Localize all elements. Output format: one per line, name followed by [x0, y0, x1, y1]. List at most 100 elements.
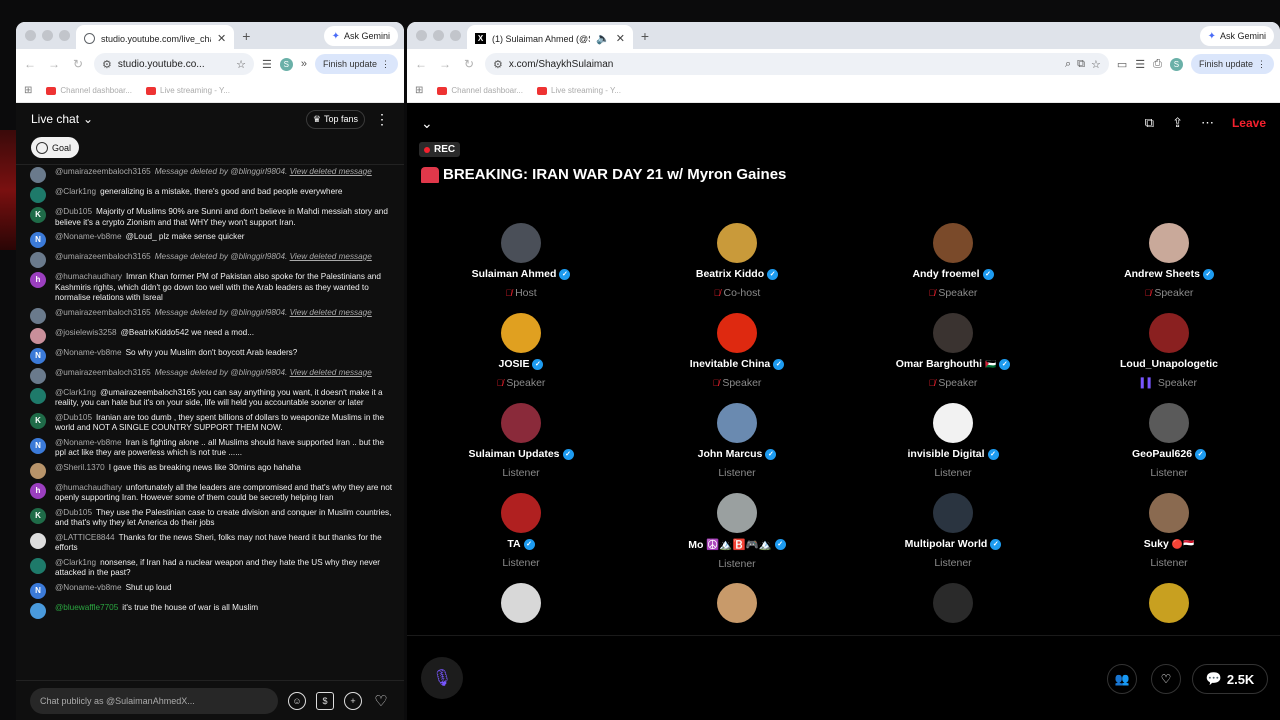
participant-avatar[interactable] [933, 403, 973, 443]
url-field[interactable]: ⚙ x.com/ShaykhSulaiman ⌕ ⧉ ☆ [485, 53, 1109, 75]
participant[interactable]: TA ✓ Listener [413, 493, 629, 569]
bookmark-live-streaming[interactable]: Live streaming - Y... [146, 86, 230, 95]
message-author[interactable]: @umairazeembaloch3165 [55, 252, 151, 261]
close-tab-icon[interactable]: ✕ [217, 32, 226, 45]
participant-avatar[interactable] [501, 223, 541, 263]
participant[interactable]: Beatrix Kiddo ✓ 🎙̸ Co-host [629, 223, 845, 299]
view-deleted-link[interactable]: View deleted message [290, 368, 372, 377]
bookmark-channel-dashboard[interactable]: Channel dashboar... [46, 86, 132, 95]
chat-mode-dropdown[interactable]: Live chat ⌄ [31, 112, 93, 126]
avatar[interactable] [30, 307, 46, 324]
microphone-button[interactable]: 🎙 [421, 657, 463, 699]
participant-avatar[interactable] [1149, 403, 1189, 443]
message-author[interactable]: @Dub105 [55, 413, 92, 422]
message-author[interactable]: @Noname-vb8me [55, 348, 122, 357]
reload-icon[interactable]: ↻ [461, 57, 477, 71]
chat-message[interactable]: N @Noname-vb8me @Loud_ plz make sense quic… [16, 230, 404, 250]
bookmark-star-icon[interactable]: ☆ [1091, 58, 1101, 71]
new-tab-button[interactable]: + [242, 28, 250, 44]
forward-icon[interactable]: → [437, 57, 453, 71]
participant-avatar[interactable] [1149, 313, 1189, 353]
avatar[interactable]: N [30, 232, 46, 248]
message-author[interactable]: @bluewaffle7705 [55, 603, 118, 612]
participant[interactable]: Loud_Unapologetic ▍▍ Speaker [1061, 313, 1277, 389]
participant[interactable]: Andrew Sheets ✓ 🎙̸ Speaker [1061, 223, 1277, 299]
bookmark-star-icon[interactable]: ☆ [236, 58, 246, 71]
bookmark-channel-dashboard[interactable]: Channel dashboar... [437, 86, 523, 95]
avatar[interactable]: N [30, 347, 46, 364]
finish-update-button[interactable]: Finish update ⋮ [1190, 54, 1274, 74]
participant-avatar[interactable] [717, 403, 757, 443]
chat-message[interactable]: h @humachaudhary unfortunately all the lea… [16, 481, 404, 506]
message-author[interactable]: @Noname-vb8me [55, 438, 122, 447]
chat-message[interactable]: K @Dub105 Iranian are too dumb , they spen… [16, 411, 404, 436]
avatar[interactable]: h [30, 272, 46, 288]
participant-avatar[interactable] [933, 313, 973, 353]
avatar[interactable]: K [30, 412, 46, 429]
tab-youtube-studio[interactable]: studio.youtube.com/live_chat ✕ [76, 25, 235, 52]
message-author[interactable]: @Dub105 [55, 207, 92, 216]
participant-avatar[interactable] [717, 493, 757, 533]
message-author[interactable]: @Clark1ng [55, 388, 96, 397]
avatar[interactable] [30, 462, 46, 479]
participant-avatar[interactable] [501, 493, 541, 533]
participant[interactable]: Omar Barghouthi 🇵🇸 ✓ 🎙̸ Speaker [845, 313, 1061, 389]
bookmark-live-streaming[interactable]: Live streaming - Y... [537, 86, 621, 95]
finish-update-button[interactable]: Finish update ⋮ [314, 54, 398, 74]
profile-avatar[interactable]: S [279, 57, 293, 71]
participant-avatar[interactable] [933, 223, 973, 263]
new-tab-button[interactable]: + [641, 28, 649, 44]
leave-button[interactable]: Leave [1232, 116, 1266, 130]
message-author[interactable]: @Dub105 [55, 508, 92, 517]
window-controls[interactable] [407, 30, 467, 41]
message-author[interactable]: @humachaudhary [55, 483, 122, 492]
chat-message[interactable]: @umairazeembaloch3165 Message deleted by … [16, 250, 404, 270]
react-button[interactable]: ♡ [1151, 664, 1181, 694]
avatar[interactable] [30, 602, 46, 619]
participant[interactable]: Sulaiman Ahmed ✓ 🎙̸ Host [413, 223, 629, 299]
url-field[interactable]: ⚙ studio.youtube.co... ☆ [94, 53, 254, 75]
chat-message[interactable]: @josielewis3258 @BeatrixKiddo542 we need … [16, 326, 404, 346]
avatar[interactable]: h [30, 482, 46, 499]
participant[interactable]: Multipolar World ✓ Listener [845, 493, 1061, 569]
participant-avatar[interactable] [933, 583, 973, 623]
avatar[interactable] [30, 187, 46, 203]
participant-avatar[interactable] [1149, 223, 1189, 263]
extensions-chevron-icon[interactable]: » [301, 58, 307, 70]
participant-avatar[interactable] [1149, 493, 1189, 533]
participant[interactable]: JOSIE ✓ 🎙̸ Speaker [413, 313, 629, 389]
reload-icon[interactable]: ↻ [70, 57, 86, 71]
window-controls[interactable] [16, 30, 76, 41]
tab-x-profile[interactable]: X (1) Sulaiman Ahmed (@ShaykhSulaiman) 🔈… [467, 25, 633, 52]
close-tab-icon[interactable]: ✕ [616, 32, 625, 45]
message-author[interactable]: @Noname-vb8me [55, 232, 122, 241]
cast-icon[interactable]: ⧉ [1077, 58, 1085, 71]
tab-search-icon[interactable]: ☰ [1135, 58, 1145, 71]
forward-icon[interactable]: → [46, 57, 62, 71]
participant-avatar[interactable] [717, 583, 757, 623]
participant[interactable]: GeoPaul626 ✓ Listener [1061, 403, 1277, 479]
message-author[interactable]: @Clark1ng [55, 558, 96, 567]
comments-button[interactable]: 💬 2.5K [1192, 664, 1268, 694]
chat-message[interactable]: N @Noname-vb8me Shut up loud [16, 581, 404, 601]
site-settings-icon[interactable]: ⚙ [102, 58, 112, 71]
message-author[interactable]: @josielewis3258 [55, 328, 117, 337]
avatar[interactable] [30, 327, 46, 344]
participant-avatar[interactable] [501, 583, 541, 623]
chat-message[interactable]: h @humachaudhary Imran Khan former PM of P… [16, 270, 404, 306]
chat-message[interactable]: @umairazeembaloch3165 Message deleted by … [16, 165, 404, 185]
tab-search-icon[interactable]: ☰ [262, 58, 272, 71]
super-chat-icon[interactable]: $ [316, 691, 334, 710]
profile-avatar[interactable]: S [1169, 57, 1183, 71]
participant-avatar[interactable] [1149, 583, 1189, 623]
message-author[interactable]: @Sheril.1370 [55, 463, 105, 472]
share-icon[interactable]: ⇪ [1172, 115, 1183, 131]
participant[interactable] [629, 583, 845, 623]
avatar[interactable] [30, 167, 46, 183]
chat-message[interactable]: N @Noname-vb8me Iran is fighting alone .. … [16, 436, 404, 461]
avatar[interactable]: K [30, 207, 46, 223]
chat-message[interactable]: @umairazeembaloch3165 Message deleted by … [16, 306, 404, 326]
avatar[interactable]: N [30, 582, 46, 599]
add-icon[interactable]: + [344, 691, 362, 710]
message-author[interactable]: @Noname-vb8me [55, 583, 122, 592]
